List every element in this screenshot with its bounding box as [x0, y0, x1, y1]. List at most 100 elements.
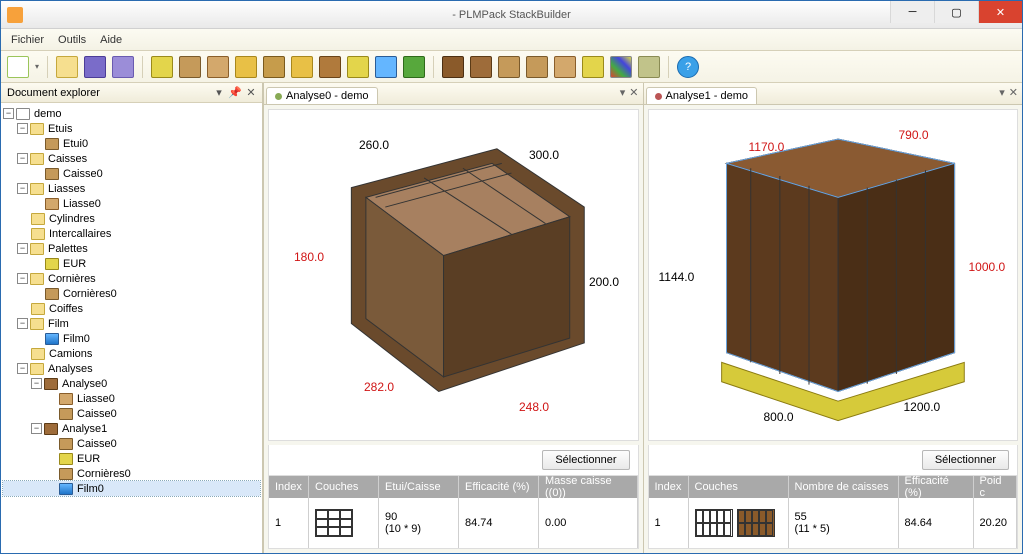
col-header[interactable]: Couches — [309, 476, 379, 498]
cell: 1 — [269, 498, 309, 548]
tree-item[interactable]: EUR — [77, 453, 100, 465]
tab-label: Analyse0 - demo — [286, 90, 369, 102]
tab-close-icon[interactable]: ✕ — [1009, 86, 1018, 99]
menu-file[interactable]: Fichier — [11, 34, 44, 46]
tab-drop-icon[interactable]: ▾ — [620, 86, 626, 99]
cell: 1 — [649, 498, 689, 548]
panel-drop-icon[interactable]: ▾ — [212, 86, 226, 100]
tree-item[interactable]: Caisse0 — [77, 438, 117, 450]
col-header[interactable]: Efficacité (%) — [899, 476, 974, 498]
tree-root[interactable]: demo — [34, 108, 62, 120]
tree-item[interactable]: Camions — [49, 348, 92, 360]
dim-label: 180.0 — [294, 250, 324, 264]
viewport-analyse1[interactable]: 1170.0 790.0 1000.0 1144.0 800.0 1200.0 — [648, 109, 1019, 441]
tab-drop-icon[interactable]: ▾ — [999, 86, 1005, 99]
tool-analysis2-icon[interactable] — [470, 56, 492, 78]
col-header[interactable]: Index — [649, 476, 689, 498]
col-header[interactable]: Poid c — [974, 476, 1018, 498]
tool-film-icon[interactable] — [375, 56, 397, 78]
menu-tools[interactable]: Outils — [58, 34, 86, 46]
col-header[interactable]: Couches — [689, 476, 789, 498]
dim-label: 282.0 — [364, 380, 394, 394]
dim-label: 1170.0 — [749, 140, 785, 154]
cell: 55 — [795, 511, 807, 523]
tool-box1-icon[interactable] — [179, 56, 201, 78]
tree-item[interactable]: Cornières — [48, 273, 96, 285]
col-header[interactable]: Masse caisse ((0)) — [539, 476, 638, 498]
tool-analysis1-icon[interactable] — [442, 56, 464, 78]
tab-analyse0[interactable]: Analyse0 - demo — [266, 87, 378, 104]
tool-abcd-icon[interactable] — [582, 56, 604, 78]
tab-label: Analyse1 - demo — [666, 90, 749, 102]
tool-pallet2-icon[interactable] — [319, 56, 341, 78]
select-button[interactable]: Sélectionner — [542, 450, 629, 470]
tree-item[interactable]: Liasses — [48, 183, 85, 195]
cell: 20.20 — [974, 498, 1018, 548]
saveall-icon[interactable] — [112, 56, 134, 78]
cell: (11 * 5) — [795, 523, 830, 535]
tree-item[interactable]: Film — [48, 318, 69, 330]
new-icon[interactable] — [7, 56, 29, 78]
tree-item[interactable]: EUR — [63, 258, 86, 270]
tool-db-icon[interactable] — [638, 56, 660, 78]
panel-pin-icon[interactable]: 📌 — [228, 86, 242, 100]
tree-item[interactable]: Cornières0 — [63, 288, 117, 300]
col-header[interactable]: Efficacité (%) — [459, 476, 539, 498]
tool-analysis5-icon[interactable] — [554, 56, 576, 78]
minimize-button[interactable]: ─ — [890, 1, 934, 23]
window-title: - PLMPack StackBuilder — [452, 9, 571, 21]
tool-pallet3-icon[interactable] — [347, 56, 369, 78]
panel-close-icon[interactable]: ✕ — [244, 86, 258, 100]
cell: (10 * 9) — [385, 523, 421, 535]
help-icon[interactable]: ? — [677, 56, 699, 78]
dim-label: 300.0 — [529, 148, 559, 162]
tree-item[interactable]: Analyses — [48, 363, 93, 375]
select-button[interactable]: Sélectionner — [922, 450, 1009, 470]
tree-item[interactable]: Intercallaires — [49, 228, 111, 240]
dim-label: 1200.0 — [904, 400, 941, 414]
pattern-icon — [315, 509, 353, 537]
tool-rubik-icon[interactable] — [610, 56, 632, 78]
dim-label: 200.0 — [589, 275, 619, 289]
cell: 0.00 — [539, 498, 638, 548]
viewport-analyse0[interactable]: 260.0 300.0 180.0 200.0 282.0 248.0 — [268, 109, 639, 441]
tree-item[interactable]: Caisse0 — [77, 408, 117, 420]
tree-item[interactable]: Caisse0 — [63, 168, 103, 180]
tree-item[interactable]: Coiffes — [49, 303, 83, 315]
tree-item[interactable]: Cornières0 — [77, 468, 131, 480]
tool-box2-icon[interactable] — [207, 56, 229, 78]
tool-cylinder-icon[interactable] — [235, 56, 257, 78]
tree-item[interactable]: Analyse1 — [62, 423, 107, 435]
table-row[interactable]: 1 90(10 * 9) 84.74 0.00 — [269, 498, 638, 548]
tree-item-selected[interactable]: Film0 — [77, 483, 104, 495]
maximize-button[interactable]: ▢ — [934, 1, 978, 23]
table-row[interactable]: 1 55(11 * 5) 84.64 20.20 — [649, 498, 1018, 548]
tool-flat-icon[interactable] — [263, 56, 285, 78]
tool-pallet1-icon[interactable] — [291, 56, 313, 78]
save-icon[interactable] — [84, 56, 106, 78]
tool-analysis4-icon[interactable] — [526, 56, 548, 78]
tree-item[interactable]: Film0 — [63, 333, 90, 345]
close-button[interactable]: ✕ — [978, 1, 1022, 23]
col-header[interactable]: Nombre de caisses — [789, 476, 899, 498]
tree-item[interactable]: Etuis — [48, 123, 72, 135]
app-icon — [7, 7, 23, 23]
tree[interactable]: −demo −Etuis Etui0 −Caisses Caisse0 −Lia… — [1, 103, 262, 553]
tree-item[interactable]: Analyse0 — [62, 378, 107, 390]
tree-item[interactable]: Liasse0 — [63, 198, 101, 210]
tool-analysis3-icon[interactable] — [498, 56, 520, 78]
col-header[interactable]: Etui/Caisse — [379, 476, 459, 498]
tree-item[interactable]: Cylindres — [49, 213, 95, 225]
tree-item[interactable]: Palettes — [48, 243, 88, 255]
tab-close-icon[interactable]: ✕ — [629, 86, 638, 99]
tool-etui-icon[interactable] — [151, 56, 173, 78]
pattern-icon — [695, 509, 733, 537]
tree-item[interactable]: Caisses — [48, 153, 87, 165]
col-header[interactable]: Index — [269, 476, 309, 498]
tree-item[interactable]: Etui0 — [63, 138, 88, 150]
tree-item[interactable]: Liasse0 — [77, 393, 115, 405]
open-icon[interactable] — [56, 56, 78, 78]
menu-help[interactable]: Aide — [100, 34, 122, 46]
tab-analyse1[interactable]: Analyse1 - demo — [646, 87, 758, 104]
tool-truck-icon[interactable] — [403, 56, 425, 78]
